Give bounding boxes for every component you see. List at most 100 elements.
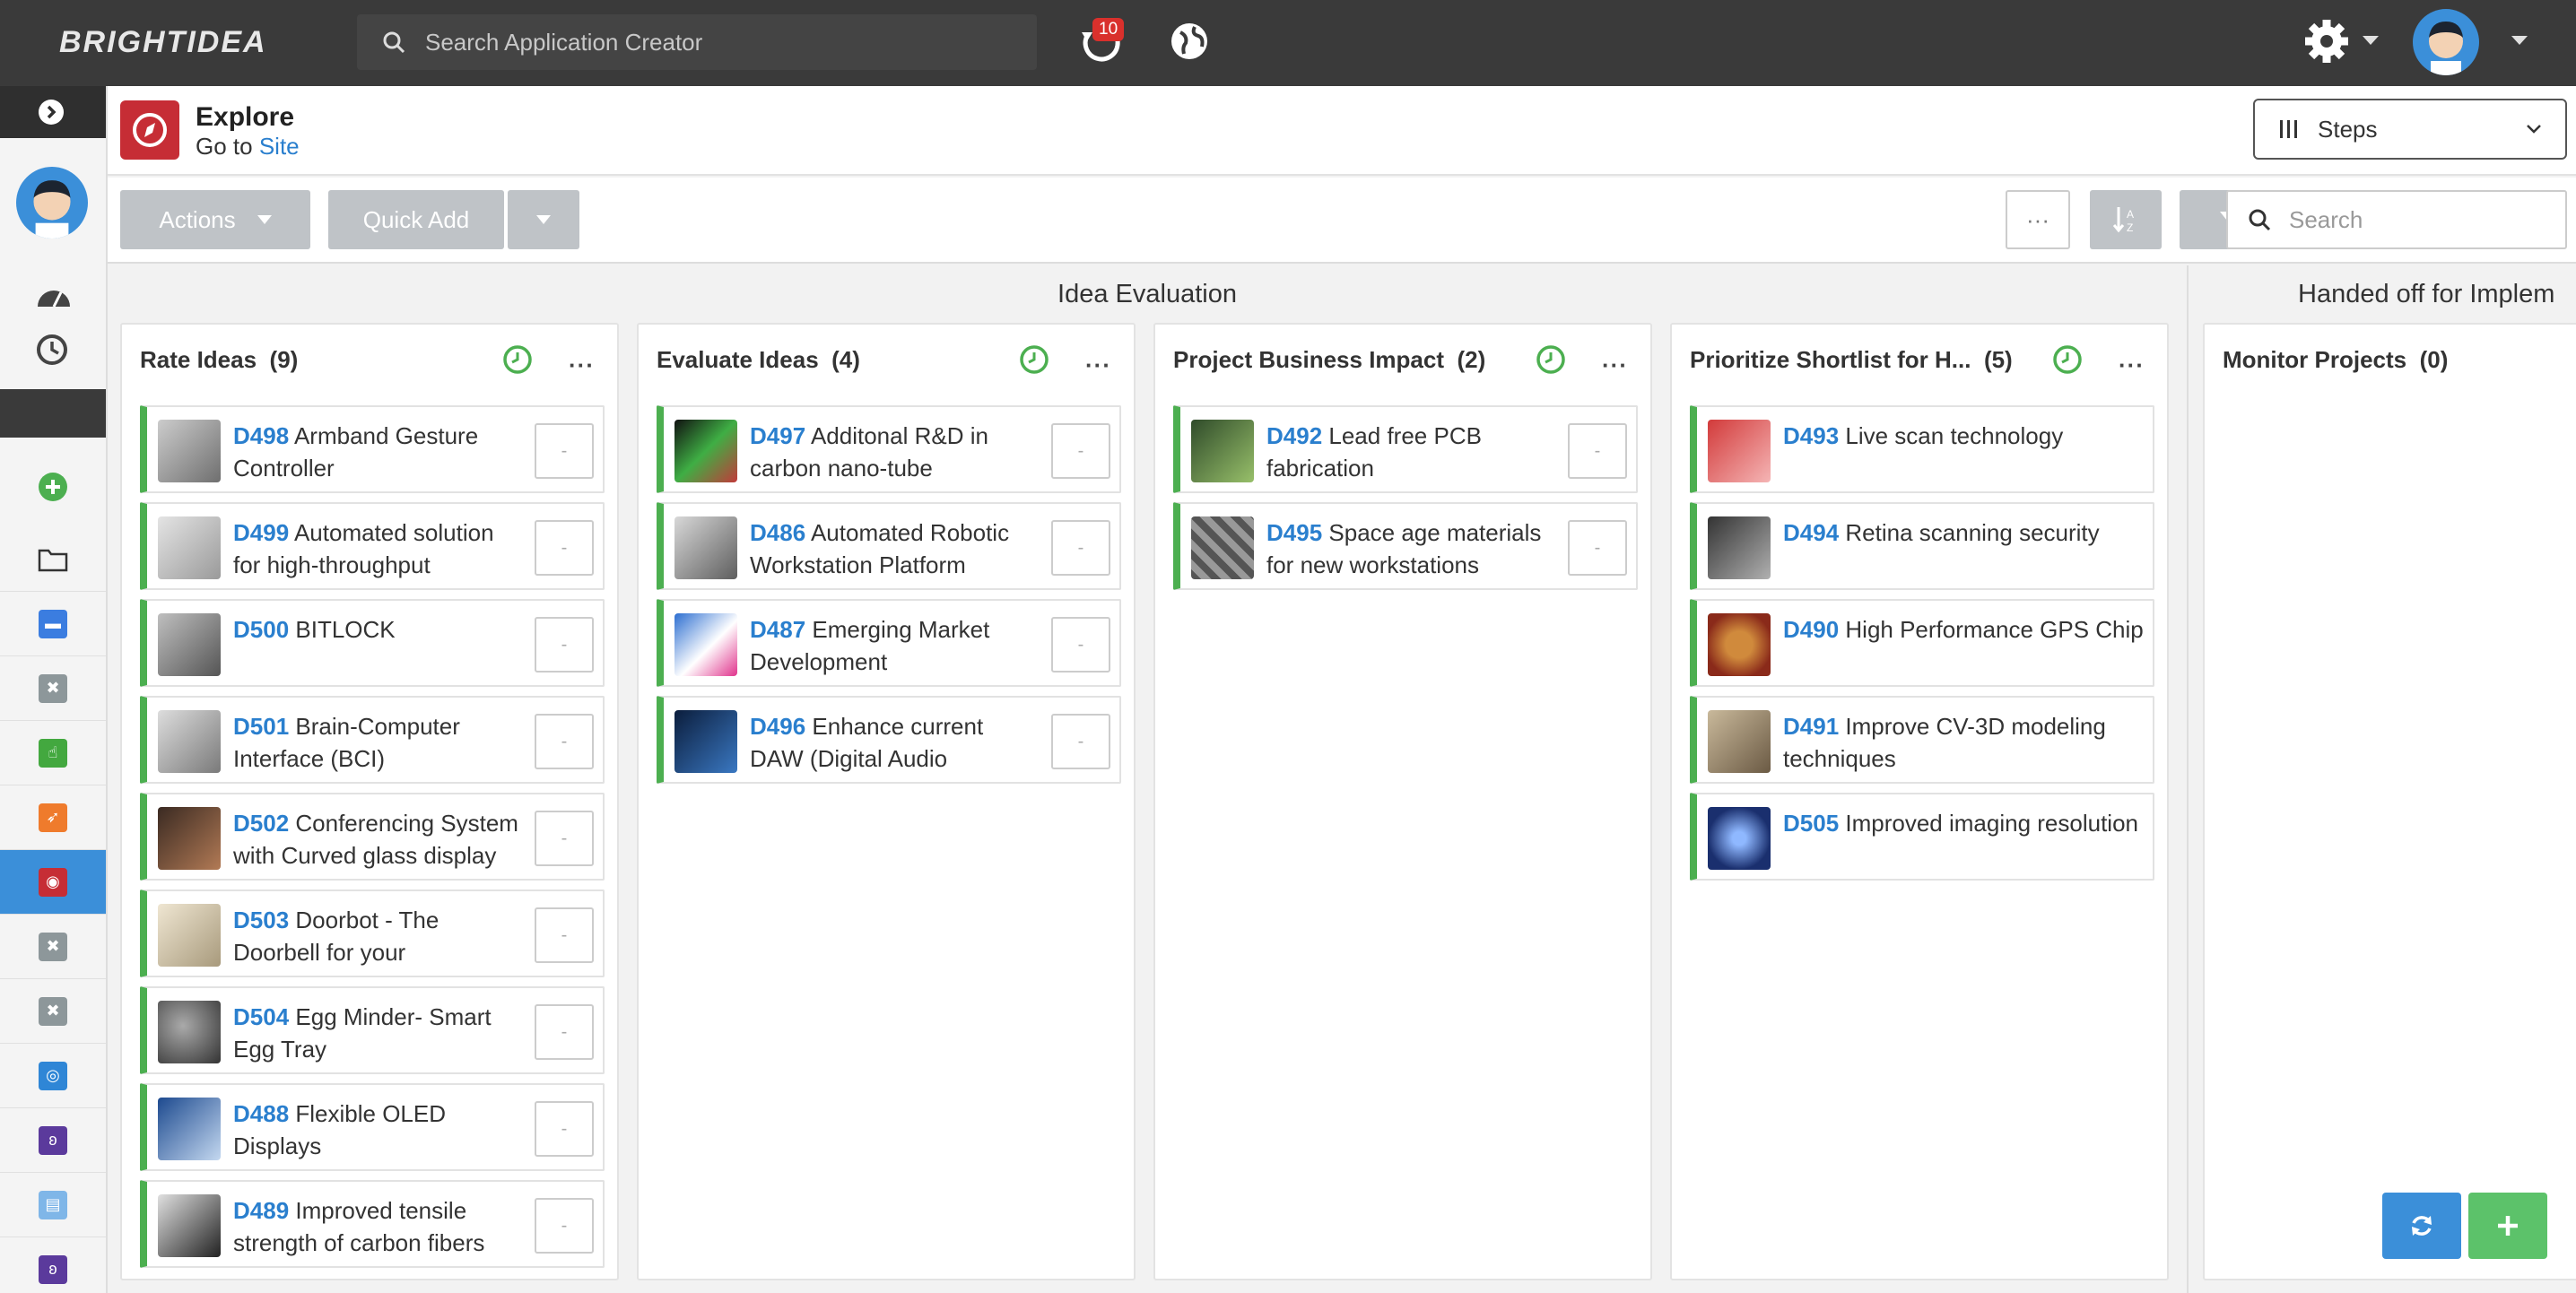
rail-app-5[interactable]: ✖ xyxy=(0,915,106,979)
idea-score-box[interactable]: - xyxy=(535,617,594,673)
idea-card[interactable]: D503 Doorbot - The Doorbell for your - xyxy=(140,889,605,977)
idea-id[interactable]: D498 xyxy=(233,422,289,449)
idea-card[interactable]: D496 Enhance current DAW (Digital Audio … xyxy=(657,696,1121,784)
idea-score-box[interactable]: - xyxy=(535,1004,594,1060)
idea-score-box[interactable]: - xyxy=(535,714,594,769)
idea-id[interactable]: D503 xyxy=(233,907,289,933)
add-idea-button[interactable] xyxy=(2468,1193,2547,1259)
idea-card[interactable]: D498 Armband Gesture Controller - xyxy=(140,405,605,493)
step-clock-icon[interactable] xyxy=(1536,344,1566,375)
idea-id[interactable]: D491 xyxy=(1783,713,1839,740)
idea-card[interactable]: D491 Improve CV-3D modeling techniques xyxy=(1690,696,2154,784)
idea-score-box[interactable]: - xyxy=(1568,423,1627,479)
idea-card[interactable]: D495 Space age materials for new worksta… xyxy=(1173,502,1638,590)
idea-card[interactable]: D502 Conferencing System with Curved gla… xyxy=(140,793,605,881)
idea-card[interactable]: D504 Egg Minder- Smart Egg Tray - xyxy=(140,986,605,1074)
idea-id[interactable]: D495 xyxy=(1266,519,1322,546)
idea-card[interactable]: D486 Automated Robotic Workstation Platf… xyxy=(657,502,1121,590)
brightidea-logo[interactable]: BRIGHTIDEA xyxy=(59,25,267,60)
dashboard-gauge-icon[interactable] xyxy=(36,280,72,315)
rail-app-10[interactable]: ʚ xyxy=(0,1237,106,1293)
idea-id[interactable]: D488 xyxy=(233,1100,289,1127)
user-menu-caret-icon[interactable] xyxy=(2511,36,2528,45)
sort-button[interactable]: AZ xyxy=(2090,190,2162,249)
idea-card[interactable]: D493 Live scan technology xyxy=(1690,405,2154,493)
idea-id[interactable]: D490 xyxy=(1783,616,1839,643)
rail-app-7[interactable]: ◎ xyxy=(0,1044,106,1108)
column-menu-button[interactable]: ··· xyxy=(2119,351,2145,379)
idea-score-box[interactable]: - xyxy=(535,811,594,866)
goto-site: Go to Site xyxy=(196,133,300,161)
settings-gear-icon[interactable] xyxy=(2302,16,2352,66)
board-search-input[interactable] xyxy=(2289,205,2558,234)
settings-caret-icon[interactable] xyxy=(2363,36,2379,45)
step-clock-icon[interactable] xyxy=(2052,344,2083,375)
idea-score-box[interactable]: - xyxy=(535,423,594,479)
more-options-button[interactable]: ··· xyxy=(2006,190,2070,249)
board-search[interactable] xyxy=(2226,190,2567,249)
idea-card[interactable]: D501 Brain-Computer Interface (BCI) - xyxy=(140,696,605,784)
idea-card[interactable]: D487 Emerging Market Development - xyxy=(657,599,1121,687)
rail-app-4[interactable]: ➶ xyxy=(0,785,106,850)
idea-card[interactable]: D497 Additonal R&D in carbon nano-tube - xyxy=(657,405,1121,493)
step-clock-icon[interactable] xyxy=(1019,344,1049,375)
rail-app-3[interactable]: ☝ xyxy=(0,721,106,785)
idea-score-box[interactable]: - xyxy=(535,1101,594,1157)
idea-id[interactable]: D505 xyxy=(1783,810,1839,837)
idea-score-box[interactable]: - xyxy=(1051,423,1110,479)
idea-id[interactable]: D499 xyxy=(233,519,289,546)
idea-score-box[interactable]: - xyxy=(535,520,594,576)
idea-score-box[interactable]: - xyxy=(535,907,594,963)
idea-card[interactable]: D499 Automated solution for high-through… xyxy=(140,502,605,590)
global-search-input[interactable] xyxy=(425,28,999,56)
step-clock-icon[interactable] xyxy=(502,344,533,375)
actions-button[interactable]: Actions xyxy=(120,190,310,249)
add-app-icon[interactable] xyxy=(38,472,68,507)
rail-app-9[interactable]: ▤ xyxy=(0,1173,106,1237)
idea-id[interactable]: D492 xyxy=(1266,422,1322,449)
idea-id[interactable]: D493 xyxy=(1783,422,1839,449)
idea-id[interactable]: D486 xyxy=(750,519,805,546)
idea-score-box[interactable]: - xyxy=(1051,714,1110,769)
idea-id[interactable]: D502 xyxy=(233,810,289,837)
rail-app-1[interactable]: ▬ xyxy=(0,592,106,656)
idea-id[interactable]: D501 xyxy=(233,713,289,740)
idea-score-box[interactable]: - xyxy=(1051,520,1110,576)
idea-card[interactable]: D494 Retina scanning security xyxy=(1690,502,2154,590)
idea-id[interactable]: D489 xyxy=(233,1197,289,1224)
idea-id[interactable]: D500 xyxy=(233,616,289,643)
rail-folder[interactable] xyxy=(0,527,106,592)
idea-id[interactable]: D504 xyxy=(233,1003,289,1030)
column-menu-button[interactable]: ··· xyxy=(569,351,595,379)
rail-avatar[interactable] xyxy=(16,167,88,239)
rail-app-explore[interactable]: ◉ xyxy=(0,850,106,915)
idea-card[interactable]: D500 BITLOCK - xyxy=(140,599,605,687)
column-menu-button[interactable]: ··· xyxy=(1602,351,1628,379)
site-link[interactable]: Site xyxy=(259,133,300,160)
idea-card[interactable]: D492 Lead free PCB fabrication - xyxy=(1173,405,1638,493)
idea-id[interactable]: D494 xyxy=(1783,519,1839,546)
rail-toggle[interactable] xyxy=(0,86,106,138)
rail-app-2[interactable]: ✖ xyxy=(0,656,106,721)
quick-add-button[interactable]: Quick Add xyxy=(328,190,504,249)
history-clock-icon[interactable] xyxy=(36,334,68,370)
idea-id[interactable]: D487 xyxy=(750,616,805,643)
idea-score-box[interactable]: - xyxy=(1051,617,1110,673)
idea-score-box[interactable]: - xyxy=(1568,520,1627,576)
idea-card[interactable]: D488 Flexible OLED Displays - xyxy=(140,1083,605,1171)
view-select[interactable]: Steps xyxy=(2253,99,2567,160)
idea-id[interactable]: D496 xyxy=(750,713,805,740)
column-menu-button[interactable]: ··· xyxy=(1085,351,1111,379)
idea-id[interactable]: D497 xyxy=(750,422,805,449)
globe-icon[interactable] xyxy=(1168,20,1211,63)
refresh-button[interactable] xyxy=(2382,1193,2461,1259)
user-avatar[interactable] xyxy=(2413,9,2479,75)
rail-app-8[interactable]: ʚ xyxy=(0,1108,106,1173)
idea-score-box[interactable]: - xyxy=(535,1198,594,1254)
idea-card[interactable]: D489 Improved tensile strength of carbon… xyxy=(140,1180,605,1268)
quick-add-dropdown[interactable] xyxy=(508,190,579,249)
global-search[interactable] xyxy=(357,14,1037,70)
rail-app-6[interactable]: ✖ xyxy=(0,979,106,1044)
idea-card[interactable]: D490 High Performance GPS Chip xyxy=(1690,599,2154,687)
idea-card[interactable]: D505 Improved imaging resolution xyxy=(1690,793,2154,881)
